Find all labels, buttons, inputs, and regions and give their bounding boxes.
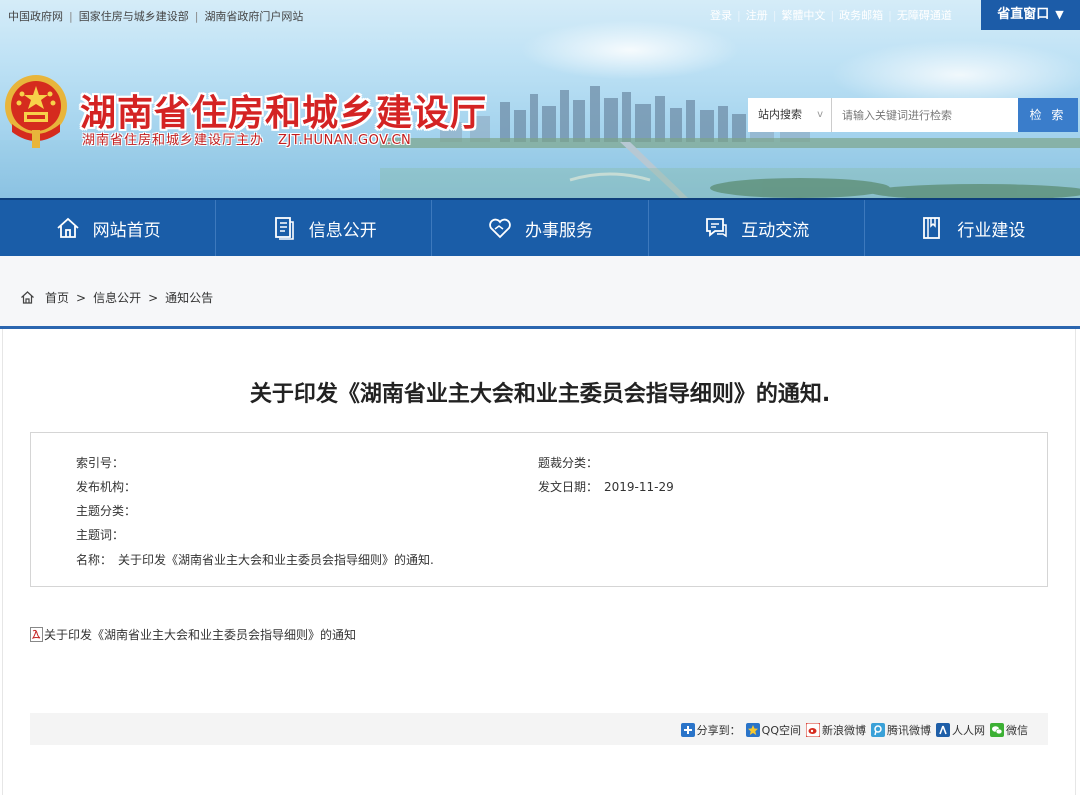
gov-links: 中国政府网 | 国家住房与城乡建设部 | 湖南省政府门户网站 [8, 10, 304, 23]
chat-icon [706, 218, 727, 238]
breadcrumb-info-disclosure[interactable]: 信息公开 [93, 289, 141, 306]
nav-label: 网站首页 [92, 220, 161, 241]
heart-icon [489, 218, 511, 239]
breadcrumb-separator: > [76, 290, 87, 305]
site-subtitle: 湖南省住房和城乡建设厅主办 ZJT.HUNAN.GOV.CN [82, 129, 411, 148]
meta-value: 关于印发《湖南省业主大会和业主委员会指导细则》的通知. [118, 553, 434, 567]
site-header: 中国政府网 | 国家住房与城乡建设部 | 湖南省政府门户网站 登录 | 注册 | 繁體中文 | 政务… [0, 0, 1080, 198]
meta-index: 索引号： [76, 454, 130, 471]
breadcrumb-separator: > [148, 290, 159, 305]
meta-publisher: 发布机构： [76, 478, 142, 495]
login-link[interactable]: 登录 [710, 9, 732, 22]
meta-label: 主题词： [76, 528, 125, 542]
link-china-gov[interactable]: 中国政府网 [8, 10, 63, 23]
book-icon [923, 217, 941, 239]
nav-label: 信息公开 [308, 220, 377, 241]
link-hunan-gov[interactable]: 湖南省政府门户网站 [204, 10, 303, 23]
share-qzone[interactable]: QQ空间 [745, 722, 801, 738]
meta-subject: 主题分类： [76, 502, 142, 519]
nav-label: 互动交流 [741, 220, 810, 241]
national-emblem-logo [5, 75, 67, 148]
nav-label: 行业建设 [957, 220, 1026, 241]
breadcrumb-home[interactable]: 首页 [45, 289, 69, 306]
search-input[interactable] [834, 98, 1018, 132]
gov-mail-link[interactable]: 政务邮箱 [839, 9, 883, 22]
share-label: 分享到： [680, 722, 741, 738]
nav-item-industry[interactable]: 行业建设 [865, 200, 1080, 256]
meta-name: 名称： 关于印发《湖南省业主大会和业主委员会指导细则》的通知. [76, 551, 434, 568]
nav-item-services[interactable]: 办事服务 [432, 200, 649, 256]
traditional-chinese-link[interactable]: 繁體中文 [781, 9, 825, 22]
share-bar: 分享到： QQ空间 新浪微博 腾讯微博 人人网 微信 [30, 713, 1048, 745]
meta-label: 名称： [76, 553, 113, 567]
nav-item-info-disclosure[interactable]: 信息公开 [216, 200, 433, 256]
breadcrumb-bar: 首页 > 信息公开 > 通知公告 [0, 256, 1080, 326]
breadcrumb: 首页 > 信息公开 > 通知公告 [20, 289, 213, 306]
meta-label: 索引号： [76, 456, 125, 470]
document-meta-box: 索引号： 题裁分类： 发布机构： 发文日期： 2019-11-29 主题分类： 主… [30, 432, 1048, 587]
site-search: 站内搜索 v 检 索 [748, 98, 1078, 132]
share-sina-weibo[interactable]: 新浪微博 [806, 722, 866, 738]
tencent-weibo-icon [871, 723, 885, 737]
meta-keywords: 主题词： [76, 526, 130, 543]
site-sponsor: 湖南省住房和城乡建设厅主办 [82, 133, 265, 148]
meta-label: 主题分类： [76, 504, 137, 518]
weibo-icon [806, 723, 820, 737]
qzone-icon [745, 723, 760, 737]
nav-item-home[interactable]: 网站首页 [0, 200, 217, 256]
user-links: 登录 | 注册 | 繁體中文 | 政务邮箱 | 无障碍通道 [710, 9, 952, 22]
search-scope-label: 站内搜索 [758, 108, 802, 121]
pdf-file-icon [30, 627, 43, 642]
site-domain: ZJT.HUNAN.GOV.CN [278, 133, 412, 148]
attachment-title: 关于印发《湖南省业主大会和业主委员会指导细则》的通知 [44, 628, 357, 642]
share-wechat[interactable]: 微信 [990, 722, 1028, 738]
chevron-down-icon: v [817, 109, 823, 120]
meta-value: 2019-11-29 [604, 480, 674, 494]
share-tencent-weibo[interactable]: 腾讯微博 [871, 722, 931, 738]
share-items: 分享到： QQ空间 新浪微博 腾讯微博 人人网 微信 [676, 722, 1028, 738]
province-window-label: 省直窗口 [997, 7, 1050, 22]
meta-label: 发布机构： [76, 480, 137, 494]
breadcrumb-notices[interactable]: 通知公告 [165, 289, 213, 306]
share-renren[interactable]: 人人网 [936, 722, 985, 738]
plus-icon [680, 723, 695, 737]
meta-publish-date: 发文日期： 2019-11-29 [538, 478, 674, 495]
accessibility-link[interactable]: 无障碍通道 [897, 9, 952, 22]
link-mohurd[interactable]: 国家住房与城乡建设部 [79, 10, 189, 23]
meta-topic-category: 题裁分类： [538, 454, 604, 471]
renren-icon [936, 723, 950, 737]
meta-label: 题裁分类： [538, 456, 599, 470]
nav-item-interaction[interactable]: 互动交流 [649, 200, 865, 256]
register-link[interactable]: 注册 [746, 9, 768, 22]
document-icon [274, 217, 294, 240]
province-window-dropdown[interactable]: 省直窗口 ▼ [981, 0, 1080, 30]
search-scope-select[interactable]: 站内搜索 v [748, 98, 832, 132]
attachment-link[interactable]: 关于印发《湖南省业主大会和业主委员会指导细则》的通知 [30, 626, 356, 643]
home-icon [56, 217, 79, 238]
nav-label: 办事服务 [525, 220, 593, 241]
triangle-down-icon: ▼ [1055, 8, 1064, 21]
top-bar: 中国政府网 | 国家住房与城乡建设部 | 湖南省政府门户网站 登录 | 注册 | 繁體中文 | 政务… [0, 0, 1080, 30]
meta-label: 发文日期： [538, 480, 599, 494]
wechat-icon [990, 723, 1004, 737]
main-nav: 网站首页 信息公开 办事服务 互动交流 行业建设 [0, 198, 1080, 256]
search-button[interactable]: 检 索 [1018, 98, 1078, 132]
home-icon [21, 291, 34, 304]
page-title: 关于印发《湖南省业主大会和业主委员会指导细则》的通知. [249, 382, 831, 407]
